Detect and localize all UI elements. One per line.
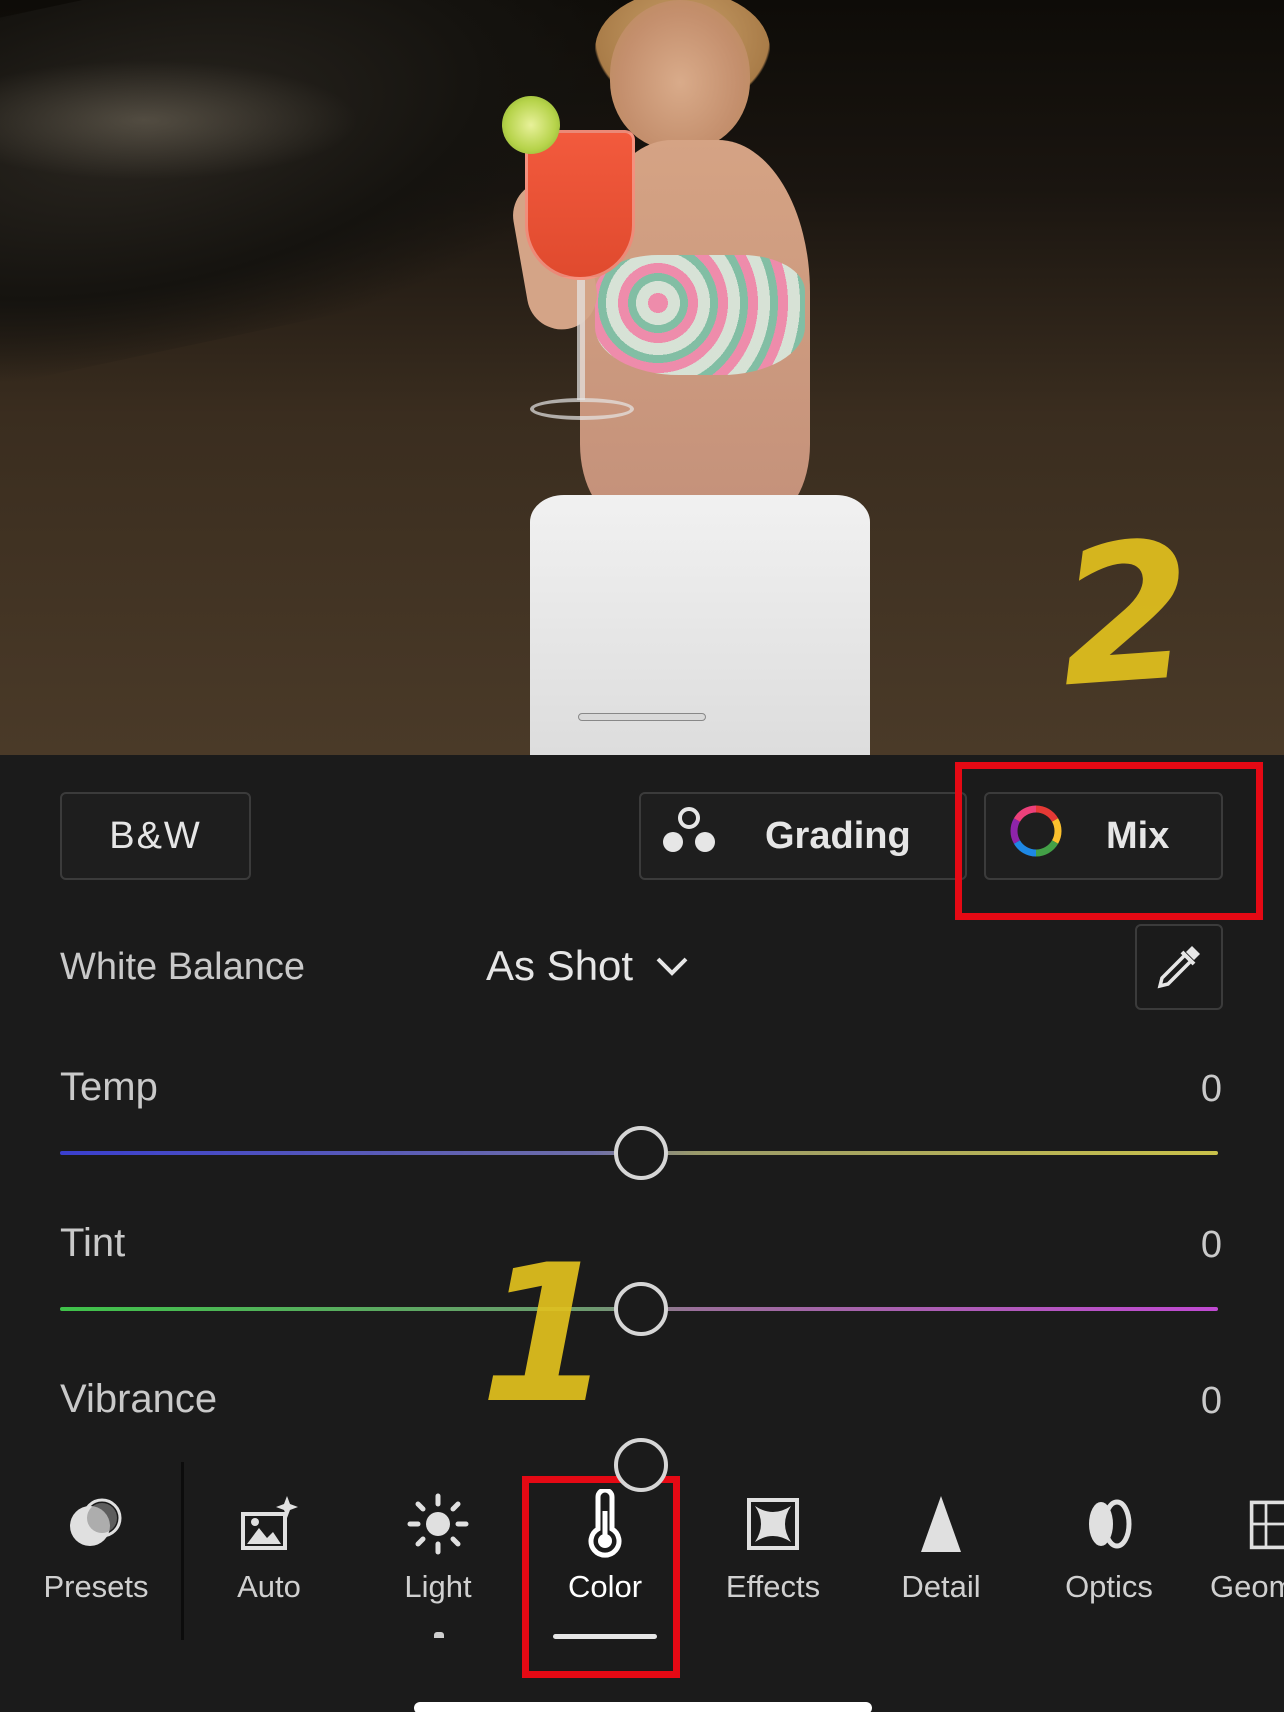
photo-drink-glass	[525, 130, 635, 280]
toolbar-geometry-label: Geom	[1210, 1569, 1284, 1604]
photo-waves	[0, 60, 360, 180]
triangle-icon	[921, 1496, 961, 1552]
toolbar-light-label: Light	[404, 1569, 472, 1604]
white-balance-value: As Shot	[486, 942, 634, 989]
tint-value: 0	[1200, 1224, 1222, 1266]
panel-drag-handle[interactable]	[578, 713, 706, 721]
toolbar-optics-label: Optics	[1065, 1569, 1153, 1604]
lens-icon	[1089, 1499, 1132, 1549]
bw-button-label: B&W	[109, 814, 202, 857]
toolbar-detail[interactable]: Detail	[866, 1485, 1016, 1605]
toolbar-optics[interactable]: Optics	[1034, 1485, 1184, 1605]
toolbar-presets-label: Presets	[43, 1569, 149, 1604]
toolbar-presets[interactable]: Presets	[21, 1485, 171, 1605]
mix-highlight-box	[955, 762, 1263, 920]
sun-icon	[407, 1493, 469, 1555]
temp-label: Temp	[60, 1065, 158, 1109]
white-balance-dropdown[interactable]: As Shot	[486, 942, 689, 990]
toolbar-detail-label: Detail	[901, 1569, 981, 1604]
tint-label: Tint	[60, 1221, 126, 1265]
grading-icon	[661, 806, 717, 866]
color-highlight-box	[522, 1476, 680, 1678]
temp-slider-thumb[interactable]	[614, 1126, 668, 1180]
toolbar-effects[interactable]: Effects	[698, 1485, 848, 1605]
grading-button[interactable]: Grading	[639, 792, 967, 880]
photo-subject	[500, 0, 920, 755]
grading-button-label: Grading	[765, 814, 911, 857]
toolbar-geometry[interactable]: Geom	[1196, 1485, 1284, 1605]
toolbar-divider	[181, 1462, 184, 1640]
chevron-down-icon	[656, 957, 688, 976]
eyedropper-button[interactable]	[1135, 924, 1223, 1010]
toolbar-effects-label: Effects	[725, 1569, 821, 1604]
auto-icon	[241, 1496, 298, 1550]
photo-preview[interactable]: 2	[0, 0, 1284, 755]
annotation-step-two: 2	[1052, 499, 1200, 730]
temp-value: 0	[1200, 1068, 1222, 1110]
light-indicator-dot	[434, 1632, 444, 1638]
toolbar-auto[interactable]: Auto	[194, 1485, 344, 1605]
eyedropper-icon	[1157, 946, 1200, 989]
presets-icon	[70, 1498, 122, 1546]
geometry-icon	[1249, 1500, 1284, 1550]
home-indicator[interactable]	[414, 1702, 872, 1712]
effects-icon	[747, 1498, 799, 1550]
white-balance-label: White Balance	[60, 946, 306, 988]
photo-lime-slice	[502, 96, 560, 154]
toolbar-light[interactable]: Light	[363, 1485, 513, 1605]
vibrance-slider-thumb[interactable]	[614, 1438, 668, 1492]
tint-slider-thumb[interactable]	[614, 1282, 668, 1336]
annotation-step-one: 1	[480, 1224, 613, 1445]
toolbar-auto-label: Auto	[237, 1569, 301, 1604]
vibrance-value: 0	[1200, 1380, 1222, 1422]
bw-button[interactable]: B&W	[60, 792, 251, 880]
vibrance-label: Vibrance	[60, 1377, 218, 1421]
